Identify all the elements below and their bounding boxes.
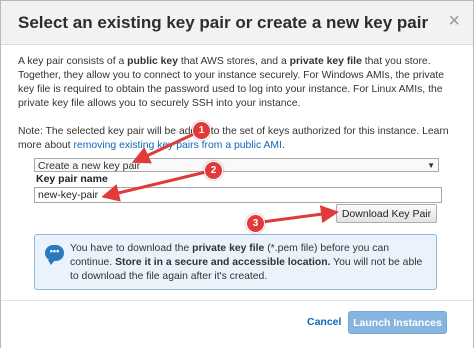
- annotation-arrow-1: [131, 131, 197, 164]
- annotation-arrow-3: [261, 205, 339, 224]
- annotation-badge-3: 3: [246, 214, 265, 233]
- annotation-badge-2: 2: [204, 161, 223, 180]
- annotation-arrow-2: [101, 170, 207, 202]
- annotation-arrows: [101, 131, 339, 224]
- annotation-badge-1: 1: [192, 121, 211, 140]
